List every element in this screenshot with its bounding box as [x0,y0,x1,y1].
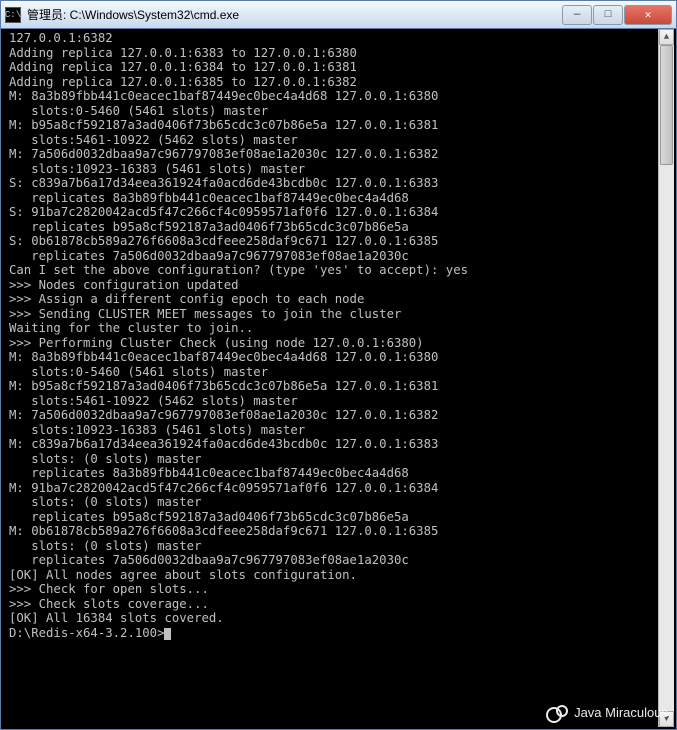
terminal-line: S: 0b61878cb589a276f6608a3cdfeee258daf9c… [9,234,652,249]
terminal-line: Adding replica 127.0.0.1:6385 to 127.0.0… [9,75,652,90]
terminal-line: >>> Sending CLUSTER MEET messages to joi… [9,307,652,322]
terminal-line: S: c839a7b6a17d34eea361924fa0acd6de43bcd… [9,176,652,191]
scroll-up-button[interactable]: ▲ [659,29,674,45]
wechat-icon [546,703,568,721]
terminal-line: slots: (0 slots) master [9,452,652,467]
terminal-line: M: 0b61878cb589a276f6608a3cdfeee258daf9c… [9,524,652,539]
vertical-scrollbar[interactable]: ▲ ▼ [658,29,674,727]
terminal-line: Can I set the above configuration? (type… [9,263,652,278]
watermark-text: Java Miraculous [574,705,668,720]
terminal-line: Adding replica 127.0.0.1:6383 to 127.0.0… [9,46,652,61]
cmd-window: C:\ 管理员: C:\Windows\System32\cmd.exe — □… [0,0,677,730]
terminal-line: >>> Check for open slots... [9,582,652,597]
terminal-line: M: c839a7b6a17d34eea361924fa0acd6de43bcd… [9,437,652,452]
scroll-thumb[interactable] [660,45,673,165]
terminal-line: replicates b95a8cf592187a3ad0406f73b65cd… [9,220,652,235]
terminal-line: M: 8a3b89fbb441c0eacec1baf87449ec0bec4a4… [9,350,652,365]
terminal-line: slots: (0 slots) master [9,495,652,510]
terminal-line: slots:10923-16383 (5461 slots) master [9,423,652,438]
cursor [164,628,171,640]
terminal-line: M: 8a3b89fbb441c0eacec1baf87449ec0bec4a4… [9,89,652,104]
terminal-line: M: b95a8cf592187a3ad0406f73b65cdc3c07b86… [9,379,652,394]
terminal-line: M: 7a506d0032dbaa9a7c967797083ef08ae1a20… [9,408,652,423]
maximize-button[interactable]: □ [593,5,623,25]
terminal-line: replicates b95a8cf592187a3ad0406f73b65cd… [9,510,652,525]
terminal-line: M: b95a8cf592187a3ad0406f73b65cdc3c07b86… [9,118,652,133]
terminal-line: M: 7a506d0032dbaa9a7c967797083ef08ae1a20… [9,147,652,162]
terminal-line: >>> Assign a different config epoch to e… [9,292,652,307]
terminal-line: replicates 7a506d0032dbaa9a7c967797083ef… [9,553,652,568]
terminal-line: slots:5461-10922 (5462 slots) master [9,394,652,409]
watermark: Java Miraculous [546,703,668,721]
terminal-line: replicates 8a3b89fbb441c0eacec1baf87449e… [9,466,652,481]
cmd-icon: C:\ [5,7,21,23]
terminal-line: >>> Check slots coverage... [9,597,652,612]
terminal-line: S: 91ba7c2820042acd5f47c266cf4c0959571af… [9,205,652,220]
window-controls: — □ ✕ [562,5,672,25]
terminal-line: 127.0.0.1:6382 [9,31,652,46]
titlebar[interactable]: C:\ 管理员: C:\Windows\System32\cmd.exe — □… [1,1,676,29]
terminal-line: slots:0-5460 (5461 slots) master [9,104,652,119]
terminal-line: D:\Redis-x64-3.2.100> [9,626,652,641]
close-button[interactable]: ✕ [624,5,672,25]
terminal-line: Adding replica 127.0.0.1:6384 to 127.0.0… [9,60,652,75]
terminal-line: >>> Nodes configuration updated [9,278,652,293]
terminal-line: replicates 8a3b89fbb441c0eacec1baf87449e… [9,191,652,206]
terminal-line: slots:10923-16383 (5461 slots) master [9,162,652,177]
terminal-line: M: 91ba7c2820042acd5f47c266cf4c0959571af… [9,481,652,496]
terminal-line: [OK] All 16384 slots covered. [9,611,652,626]
terminal-line: slots: (0 slots) master [9,539,652,554]
terminal-output[interactable]: 127.0.0.1:6382Adding replica 127.0.0.1:6… [3,29,658,727]
terminal-line: replicates 7a506d0032dbaa9a7c967797083ef… [9,249,652,264]
terminal-line: >>> Performing Cluster Check (using node… [9,336,652,351]
minimize-button[interactable]: — [562,5,592,25]
terminal-line: [OK] All nodes agree about slots configu… [9,568,652,583]
terminal-line: Waiting for the cluster to join.. [9,321,652,336]
terminal-line: slots:0-5460 (5461 slots) master [9,365,652,380]
scroll-track[interactable] [659,45,674,711]
window-title: 管理员: C:\Windows\System32\cmd.exe [27,6,562,23]
terminal-line: slots:5461-10922 (5462 slots) master [9,133,652,148]
